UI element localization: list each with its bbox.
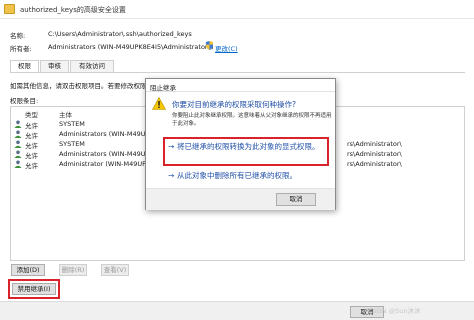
dialog-description: 你要阻止此对象继承权限。这意味着从父对象继承的权限不再适用于此对象。 xyxy=(172,113,332,127)
dialog-titlebar: 阻止继承 xyxy=(146,79,335,92)
shield-icon xyxy=(205,41,214,51)
tab-divider xyxy=(10,72,465,73)
tab-auditing[interactable]: 审核 xyxy=(40,60,69,72)
user-icon xyxy=(14,130,22,138)
window-title: authorized_keys的高级安全设置 xyxy=(20,6,126,14)
column-header-type[interactable]: 类型 xyxy=(25,109,38,119)
highlight-convert-option xyxy=(163,137,329,166)
view-button[interactable]: 查看(V) xyxy=(101,264,129,276)
row-principal: SYSTEM xyxy=(59,140,85,148)
add-button[interactable]: 添加(D) xyxy=(11,264,45,276)
row-type: 允许 xyxy=(25,162,38,170)
row-inherited-from: rs\Administrator\ xyxy=(347,160,402,168)
user-icon xyxy=(14,140,22,148)
owner-value: Administrators (WIN-M49UPK8E4I5\Administ… xyxy=(48,43,214,51)
permission-entries-title: 权限条目: xyxy=(10,97,39,105)
block-inheritance-dialog: 阻止继承 你要对目前继承的权限采取何种操作? 你要阻止此对象继承权限。这意味着从… xyxy=(145,78,336,210)
arrow-right-icon: → xyxy=(168,171,175,180)
tab-effective-access[interactable]: 有效访问 xyxy=(70,60,114,72)
row-inherited-from: rs\Administrator\ xyxy=(347,150,402,158)
user-icon xyxy=(14,150,22,158)
row-inherited-from: rs\Administrator\ xyxy=(347,140,402,148)
dialog-cancel-button[interactable]: 取消 xyxy=(276,193,316,206)
dialog-title: 阻止继承 xyxy=(150,84,176,92)
info-text: 如需其他信息，请双击权限项目。若要修改权限项目， xyxy=(10,82,166,90)
window-titlebar: authorized_keys的高级安全设置 xyxy=(0,0,474,19)
option-remove-inherited[interactable]: → 从此对象中删除所有已继承的权限。 xyxy=(168,170,328,181)
user-icon xyxy=(14,120,22,128)
remove-button[interactable]: 删除(R) xyxy=(59,264,87,276)
watermark: CSDN @Sun沐沐 xyxy=(368,307,421,315)
user-icon xyxy=(14,160,22,168)
name-value: C:\Users\Administrator\.ssh\authorized_k… xyxy=(48,30,192,38)
name-label: 名称: xyxy=(10,32,26,40)
warning-icon xyxy=(152,97,166,110)
owner-label: 所有者: xyxy=(10,45,32,53)
highlight-disable-inheritance xyxy=(8,279,60,299)
dialog-footer: 取消 xyxy=(146,188,335,210)
change-owner-link[interactable]: 更改(C) xyxy=(215,43,238,53)
option-remove-label: 从此对象中删除所有已继承的权限。 xyxy=(177,171,297,180)
row-principal: SYSTEM xyxy=(59,120,85,128)
dialog-question: 你要对目前继承的权限采取何种操作? xyxy=(172,100,296,109)
folder-icon xyxy=(4,4,15,14)
column-header-principal[interactable]: 主体 xyxy=(59,109,72,119)
